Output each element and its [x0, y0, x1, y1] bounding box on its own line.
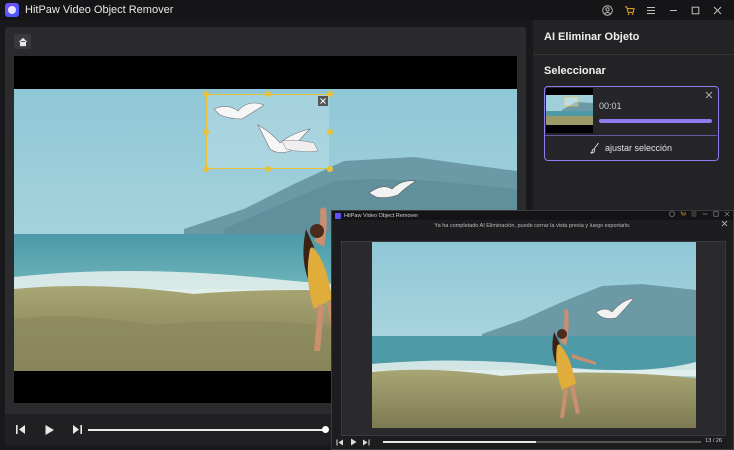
selection-handle[interactable] — [265, 166, 271, 172]
thumbnail-image — [546, 88, 593, 133]
adjust-selection-label: ajustar selección — [604, 143, 673, 153]
divider — [533, 54, 734, 55]
selection-card[interactable]: 00:01 ajustar selección — [544, 86, 719, 161]
divider — [545, 135, 717, 136]
app-window: HitPaw Video Object Remover AI Eliminar … — [0, 0, 734, 450]
title-bar-actions — [596, 2, 728, 18]
selection-box[interactable] — [203, 91, 333, 172]
close-icon — [721, 220, 728, 227]
home-button[interactable] — [14, 34, 31, 49]
adjust-selection-button[interactable]: ajustar selección — [545, 139, 717, 157]
cart-icon[interactable] — [680, 211, 686, 219]
frame-counter: 13 / 26 — [705, 438, 722, 444]
selection-time: 00:01 — [599, 101, 622, 111]
play-button[interactable] — [348, 437, 358, 447]
maximize-icon[interactable] — [684, 2, 706, 18]
play-button[interactable] — [37, 420, 61, 440]
step-back-icon — [16, 425, 25, 434]
preview-timeline-slider[interactable] — [383, 441, 701, 443]
selection-handle[interactable] — [203, 91, 209, 97]
play-icon — [45, 424, 54, 435]
selection-range-bar[interactable] — [599, 119, 712, 123]
preview-stage — [341, 241, 726, 436]
selection-handle[interactable] — [203, 129, 209, 135]
user-icon[interactable] — [596, 2, 618, 18]
preview-title-bar: HitPaw Video Object Remover — [332, 211, 733, 220]
app-title: HitPaw Video Object Remover — [25, 4, 174, 16]
brush-icon — [590, 142, 599, 154]
minimize-icon[interactable] — [662, 2, 684, 18]
tool-side-panel: AI Eliminar Objeto Seleccionar 00:01 aju… — [533, 20, 734, 213]
step-back-icon — [336, 439, 343, 445]
preview-message: Ya ha completado AI Eliminación, puede c… — [434, 223, 631, 229]
preview-player-controls: 13 / 26 — [332, 435, 733, 449]
section-label: Seleccionar — [544, 65, 606, 77]
step-forward-icon — [363, 439, 370, 445]
preview-app-title: HitPaw Video Object Remover — [344, 212, 419, 219]
close-icon — [320, 98, 326, 104]
home-icon — [18, 37, 27, 46]
preview-window: HitPaw Video Object Remover Ya ha comple… — [331, 210, 734, 450]
selection-handle[interactable] — [327, 129, 333, 135]
minimize-icon[interactable] — [702, 211, 708, 219]
previous-frame-button[interactable] — [335, 437, 345, 447]
selection-handle[interactable] — [327, 166, 333, 172]
title-bar: HitPaw Video Object Remover — [0, 0, 734, 20]
selection-handle[interactable] — [203, 166, 209, 172]
close-icon — [705, 91, 713, 99]
next-frame-button[interactable] — [361, 437, 371, 447]
cart-icon[interactable] — [618, 2, 640, 18]
menu-icon[interactable] — [640, 2, 662, 18]
panel-title: AI Eliminar Objeto — [544, 31, 640, 43]
preview-title-actions — [669, 211, 730, 219]
selection-delete-button[interactable] — [318, 96, 328, 106]
maximize-icon[interactable] — [713, 211, 719, 219]
step-forward-icon — [73, 425, 82, 434]
close-icon[interactable] — [706, 2, 728, 18]
user-icon[interactable] — [669, 211, 675, 219]
close-icon[interactable] — [724, 211, 730, 219]
timeline-knob[interactable] — [322, 426, 329, 433]
preview-video — [372, 242, 696, 428]
timeline-slider[interactable] — [88, 426, 329, 433]
preview-timeline-progress — [383, 441, 536, 443]
timeline-progress — [88, 429, 326, 431]
selection-handle[interactable] — [265, 91, 271, 97]
app-logo-icon — [5, 3, 19, 17]
previous-frame-button[interactable] — [9, 420, 33, 440]
app-logo-icon — [335, 212, 341, 219]
preview-close-button[interactable] — [721, 220, 728, 229]
menu-icon[interactable] — [691, 211, 697, 219]
next-frame-button[interactable] — [65, 420, 89, 440]
selection-thumbnail — [546, 88, 593, 133]
play-icon — [350, 438, 356, 446]
remove-selection-button[interactable] — [705, 91, 713, 102]
